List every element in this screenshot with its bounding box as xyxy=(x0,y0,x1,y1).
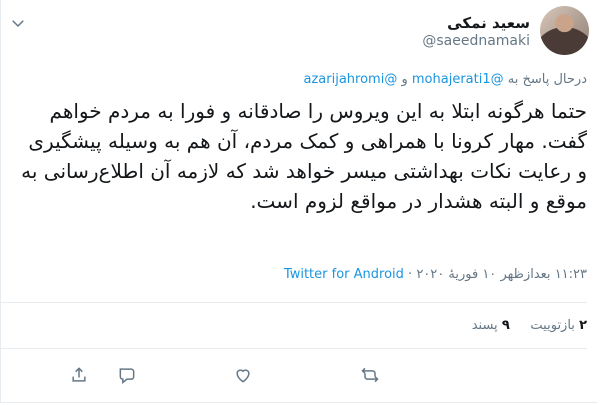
chevron-down-icon[interactable] xyxy=(9,14,27,32)
tweet-metadata: ۱۱:۲۳ بعدازظهر ۱۰ فوریهٔ ۲۰۲۰ · Twitter … xyxy=(284,267,587,282)
share-icon xyxy=(72,367,86,382)
reply-mention-2[interactable]: @azarijahromi xyxy=(304,72,398,87)
reply-joiner: و xyxy=(401,72,408,87)
heart-icon xyxy=(236,369,250,383)
retweets-count: ۲ xyxy=(579,318,587,333)
likes-label: پسند xyxy=(471,318,498,333)
retweets-stat[interactable]: ۲ بازتوییت xyxy=(526,318,587,333)
tweet-header: سعید نمکی @saeednamaki xyxy=(9,6,589,62)
divider xyxy=(1,302,587,303)
tweet-time[interactable]: ۱۱:۲۳ بعدازظهر xyxy=(500,267,587,282)
tweet-text: حتما هرگونه ابتلا به این ویروس را صادقان… xyxy=(21,99,587,213)
tweet-card: سعید نمکی @saeednamaki درحال پاسخ به @mo… xyxy=(0,0,597,403)
tweet-source[interactable]: Twitter for Android xyxy=(284,267,404,282)
tweet-date[interactable]: ۱۰ فوریهٔ ۲۰۲۰ xyxy=(416,267,496,282)
tweet-actions xyxy=(1,358,597,392)
avatar[interactable] xyxy=(540,6,589,55)
divider xyxy=(1,348,587,349)
share-button[interactable] xyxy=(62,358,96,392)
reply-prefix: درحال پاسخ به xyxy=(507,72,587,87)
reply-mention-1[interactable]: @mohajerati1 xyxy=(412,72,504,87)
reply-button[interactable] xyxy=(110,358,144,392)
retweets-label: بازتوییت xyxy=(530,318,575,333)
retweet-button[interactable] xyxy=(353,358,387,392)
like-button[interactable] xyxy=(226,358,260,392)
reply-icon xyxy=(119,368,135,385)
display-name[interactable]: سعید نمکی xyxy=(422,14,530,32)
tweet-stats: ۲ بازتوییت ۹ پسند xyxy=(472,318,587,333)
meta-separator: · xyxy=(408,267,413,282)
author-info[interactable]: سعید نمکی @saeednamaki xyxy=(422,6,530,50)
retweet-icon xyxy=(361,367,379,383)
likes-stat[interactable]: ۹ پسند xyxy=(472,318,510,333)
reply-context: درحال پاسخ به @mohajerati1 و @azarijahro… xyxy=(21,72,588,88)
likes-count: ۹ xyxy=(501,318,510,333)
user-handle[interactable]: @saeednamaki xyxy=(422,32,530,50)
